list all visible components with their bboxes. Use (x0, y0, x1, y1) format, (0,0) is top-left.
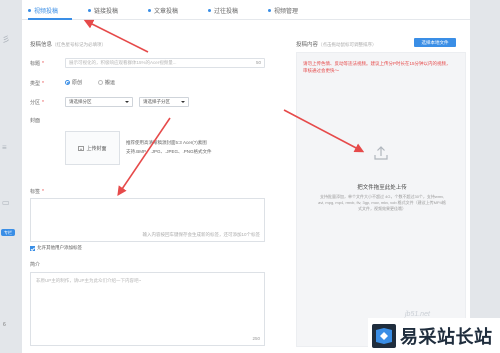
logo-text: 易采站长站 (400, 326, 493, 348)
rail-icon[interactable]: ▭ (2, 198, 10, 207)
upload-panel: 视频投稿 链接投稿 文章投稿 过往投稿 视频管理 投稿信息（红色星号标记为必填项… (22, 0, 470, 353)
arrow-to-tags (117, 117, 171, 196)
rail-number: 6 (3, 322, 6, 328)
tab-video-upload[interactable]: 视频投稿 (28, 5, 58, 15)
radio-repost[interactable] (98, 80, 104, 85)
zone-label: 分区 * (30, 100, 44, 106)
select-local-file-button[interactable]: 选择本地文件 (414, 38, 456, 47)
tab-label: 过往投稿 (214, 8, 239, 15)
upload-drop-zone[interactable]: 请勿上传色情、反动等违法视频。建议上传分P时长在15分钟以内的视频，审核通过会更… (296, 52, 466, 347)
allow-tags-checkbox[interactable] (30, 245, 35, 251)
tab-label: 视频投稿 (34, 8, 59, 15)
image-icon (78, 145, 85, 151)
type-label: 类型 * (30, 81, 44, 87)
radio-original[interactable] (65, 80, 70, 85)
allow-tags-row: 允许其他用户添加标签 (30, 245, 82, 251)
zone-select[interactable]: 请选择分区 (65, 97, 133, 107)
tab-dot-icon (28, 8, 31, 12)
form-section-title: 投稿信息（红色星号标记为必填项） (30, 42, 107, 48)
rail-icon[interactable]: ≡ (2, 143, 7, 152)
page-scroll-area (470, 0, 500, 353)
description-textarea[interactable]: 非原UP主的制作，请UP主为此众们介绍一下内容吧~ 250 (30, 272, 265, 346)
rail-badge[interactable]: 专栏 (1, 229, 15, 236)
tab-label: 文章投稿 (154, 8, 179, 15)
upload-description: 支持批量添加，单个文件大小不超过 4G，个数不超过30个，支持wmv, avi,… (318, 194, 446, 211)
upload-icon (374, 146, 388, 160)
tab-label: 视频管理 (274, 8, 299, 15)
subzone-select[interactable]: 请选择子分区 (139, 97, 189, 107)
cover-label: 封面 (30, 118, 41, 124)
rail-icon[interactable]: 彡 (2, 34, 10, 45)
left-rail: 彡 ≡ ▭ 专栏 6 (0, 0, 22, 353)
title-label: 标题 * (30, 61, 44, 67)
cover-tip: 推荐使用高清晰稿源封面5:3 Acer(?)素图 (126, 140, 207, 145)
upload-notice: 请勿上传色情、反动等违法视频。建议上传分P时长在15分钟以内的视频，审核通过会更… (303, 61, 451, 73)
tab-bar: 视频投稿 链接投稿 文章投稿 过往投稿 视频管理 (22, 0, 470, 20)
content-section-title: 投稿内容（点击拖动鼠标可调整排序） (296, 42, 377, 48)
tag-label: 标签 * (30, 189, 44, 195)
upload-cover-button[interactable]: 上传封面 (65, 131, 120, 165)
type-radio-group: 原创 搬运 (65, 79, 131, 86)
chevron-down-icon (125, 101, 129, 103)
upload-title: 把文件拖至此处上传 (357, 185, 407, 191)
tab-dot-icon (208, 8, 211, 12)
tab-past-uploads[interactable]: 过往投稿 (208, 5, 238, 15)
tab-article-upload[interactable]: 文章投稿 (148, 5, 178, 15)
tab-dot-icon (268, 8, 271, 12)
chevron-down-icon (181, 101, 185, 103)
tag-input[interactable]: 输入内容按回车键保存会生成新的标签，还可添加10个标签 (30, 198, 265, 242)
logo-mark-icon (372, 323, 396, 348)
description-label: 简介 (30, 262, 41, 268)
active-tab-underline (28, 18, 72, 20)
tab-dot-icon (148, 8, 151, 12)
tab-dot-icon (88, 8, 91, 12)
tab-video-management[interactable]: 视频管理 (268, 5, 298, 15)
cover-format-tip: 支持.BMP、.JPG、.JPEG、.PNG格式文件 (126, 149, 212, 154)
watermark: jb51.net (405, 311, 430, 318)
title-input[interactable]: 展示可视化的，积极响应观看群体15%的Acer视频量... 50 (65, 58, 265, 68)
tab-label: 链接投稿 (94, 8, 119, 15)
site-logo: 易采站长站 (368, 318, 500, 353)
tab-link-upload[interactable]: 链接投稿 (88, 5, 118, 15)
